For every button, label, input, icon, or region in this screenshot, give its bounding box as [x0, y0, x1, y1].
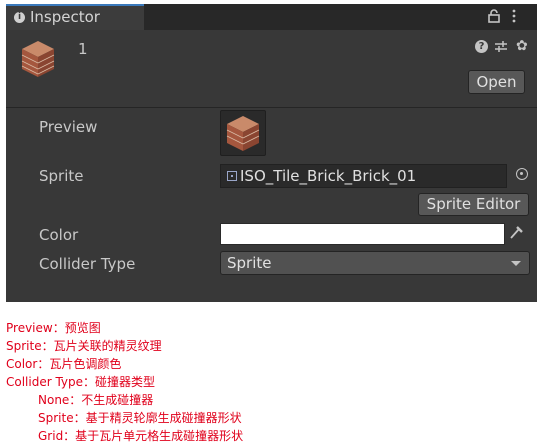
inspector-panel: i Inspector 1 ? ✿ Open Preview Sprite IS…	[6, 4, 537, 302]
preview-image	[220, 110, 266, 156]
kebab-menu-icon[interactable]	[511, 9, 517, 23]
preview-label: Preview	[39, 118, 98, 136]
note-preview: Preview：预览图	[6, 321, 101, 335]
sprite-object-field[interactable]: ISO_Tile_Brick_Brick_01	[220, 164, 507, 188]
sprite-value: ISO_Tile_Brick_Brick_01	[240, 167, 417, 185]
eyedropper-icon[interactable]	[508, 223, 524, 241]
note-collider-grid: Grid：基于瓦片单元格生成碰撞器形状	[38, 429, 244, 443]
note-collider-sprite: Sprite：基于精灵轮廓生成碰撞器形状	[38, 411, 242, 425]
sprite-label: Sprite	[39, 167, 84, 185]
lock-icon[interactable]	[488, 9, 500, 23]
collider-type-dropdown[interactable]: Sprite	[220, 251, 530, 275]
settings-icon[interactable]: ✿	[516, 39, 528, 54]
brick-preview-icon	[226, 116, 260, 151]
collider-type-label: Collider Type	[39, 255, 136, 273]
tab-inspector[interactable]: i Inspector	[6, 4, 144, 30]
help-icon[interactable]: ?	[475, 40, 488, 53]
note-color: Color：瓦片色调颜色	[6, 357, 122, 371]
divider	[6, 107, 537, 108]
note-collider-none: None：不生成碰撞器	[38, 393, 154, 407]
preset-icon[interactable]	[494, 40, 508, 53]
info-icon: i	[14, 12, 25, 23]
dropdown-arrow-icon	[511, 261, 521, 266]
open-button[interactable]: Open	[468, 70, 525, 94]
color-swatch[interactable]	[220, 223, 505, 245]
object-picker-icon[interactable]	[516, 168, 528, 180]
tab-label: Inspector	[30, 8, 100, 26]
tab-bar: i Inspector	[6, 4, 537, 30]
sprite-asset-icon	[227, 171, 237, 181]
color-label: Color	[39, 226, 79, 244]
brick-tile-icon	[21, 41, 55, 77]
sprite-editor-button[interactable]: Sprite Editor	[418, 193, 529, 216]
note-sprite: Sprite：瓦片关联的精灵纹理	[6, 339, 162, 353]
asset-name: 1	[78, 40, 88, 58]
note-collider-type: Collider Type：碰撞器类型	[6, 375, 156, 389]
collider-type-value: Sprite	[227, 254, 272, 272]
